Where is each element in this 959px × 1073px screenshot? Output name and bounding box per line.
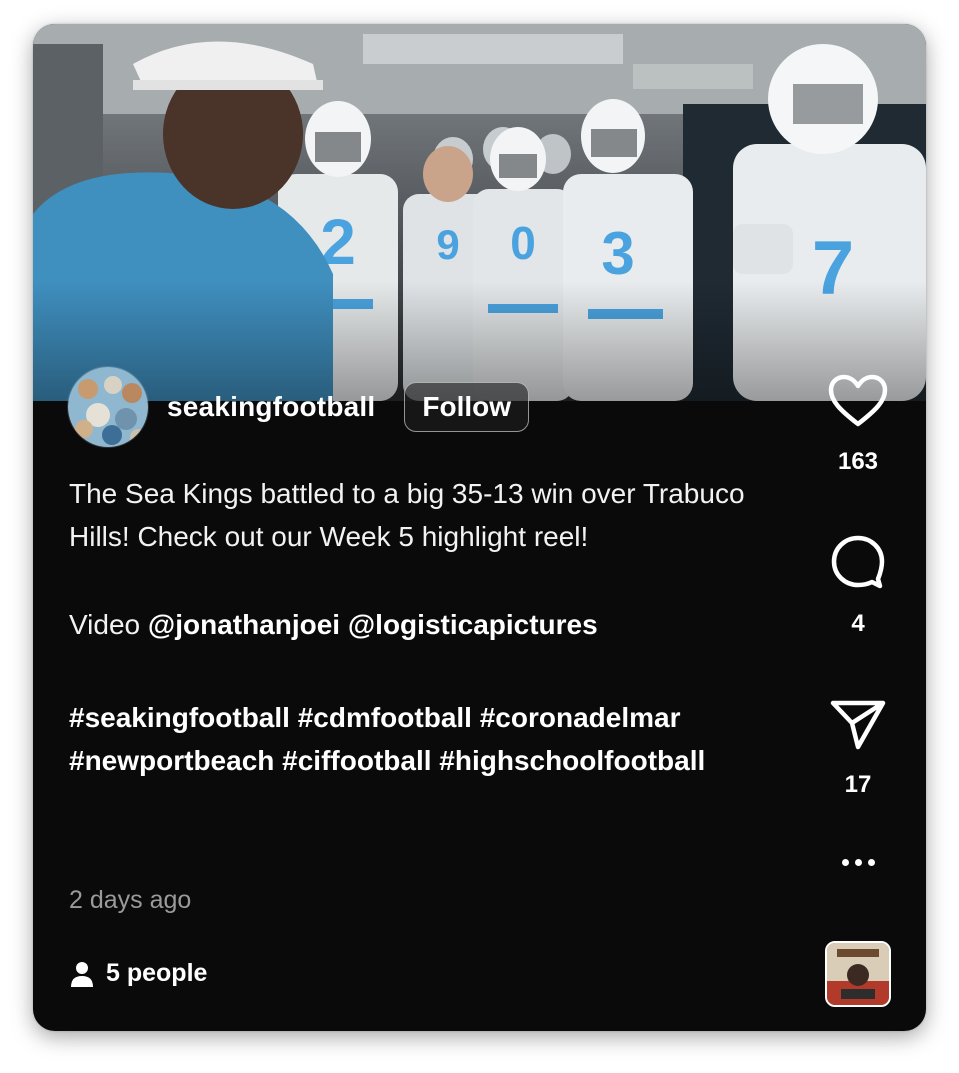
author-avatar[interactable]	[68, 367, 148, 447]
like-count: 163	[837, 448, 879, 475]
video-thumbnail[interactable]: 2 9 0 3 7	[33, 24, 926, 401]
jersey-number-3: 3	[601, 220, 634, 287]
viewers-count: 5 people	[106, 959, 208, 987]
author-username[interactable]: seakingfootball	[167, 391, 375, 423]
mention-link[interactable]: @logisticapictures	[348, 609, 598, 640]
jersey-number-9: 9	[436, 221, 459, 268]
credit-prefix: Video	[69, 609, 148, 640]
caption-text: The Sea Kings battled to a big 35-13 win…	[69, 478, 745, 552]
viewers-indicator[interactable]: 5 people	[70, 959, 207, 988]
share-count: 17	[844, 771, 872, 798]
mention-link[interactable]: @jonathanjoei	[148, 609, 340, 640]
share-action[interactable]: 17	[813, 699, 903, 799]
paper-plane-icon[interactable]	[830, 699, 886, 751]
reel-card: 2 9 0 3 7 seakingfootball Follow The Sea…	[33, 24, 926, 1031]
person-icon	[71, 961, 93, 987]
more-dots-icon[interactable]	[813, 859, 903, 866]
jersey-number-0: 0	[510, 217, 536, 269]
post-author: seakingfootball Follow	[68, 367, 530, 447]
heart-icon[interactable]	[828, 374, 888, 428]
hashtags[interactable]: #seakingfootball #cdmfootball #coronadel…	[69, 696, 789, 782]
comment-action[interactable]: 4	[813, 534, 903, 638]
video-credit: Video @jonathanjoei @logisticapictures	[69, 603, 789, 646]
comment-count: 4	[851, 610, 865, 637]
like-action[interactable]: 163	[813, 374, 903, 476]
post-timestamp: 2 days ago	[69, 886, 192, 914]
audio-thumbnail[interactable]	[825, 941, 891, 1007]
post-caption: The Sea Kings battled to a big 35-13 win…	[69, 472, 789, 782]
comment-bubble-icon[interactable]	[830, 534, 886, 590]
follow-button[interactable]: Follow	[404, 382, 530, 432]
